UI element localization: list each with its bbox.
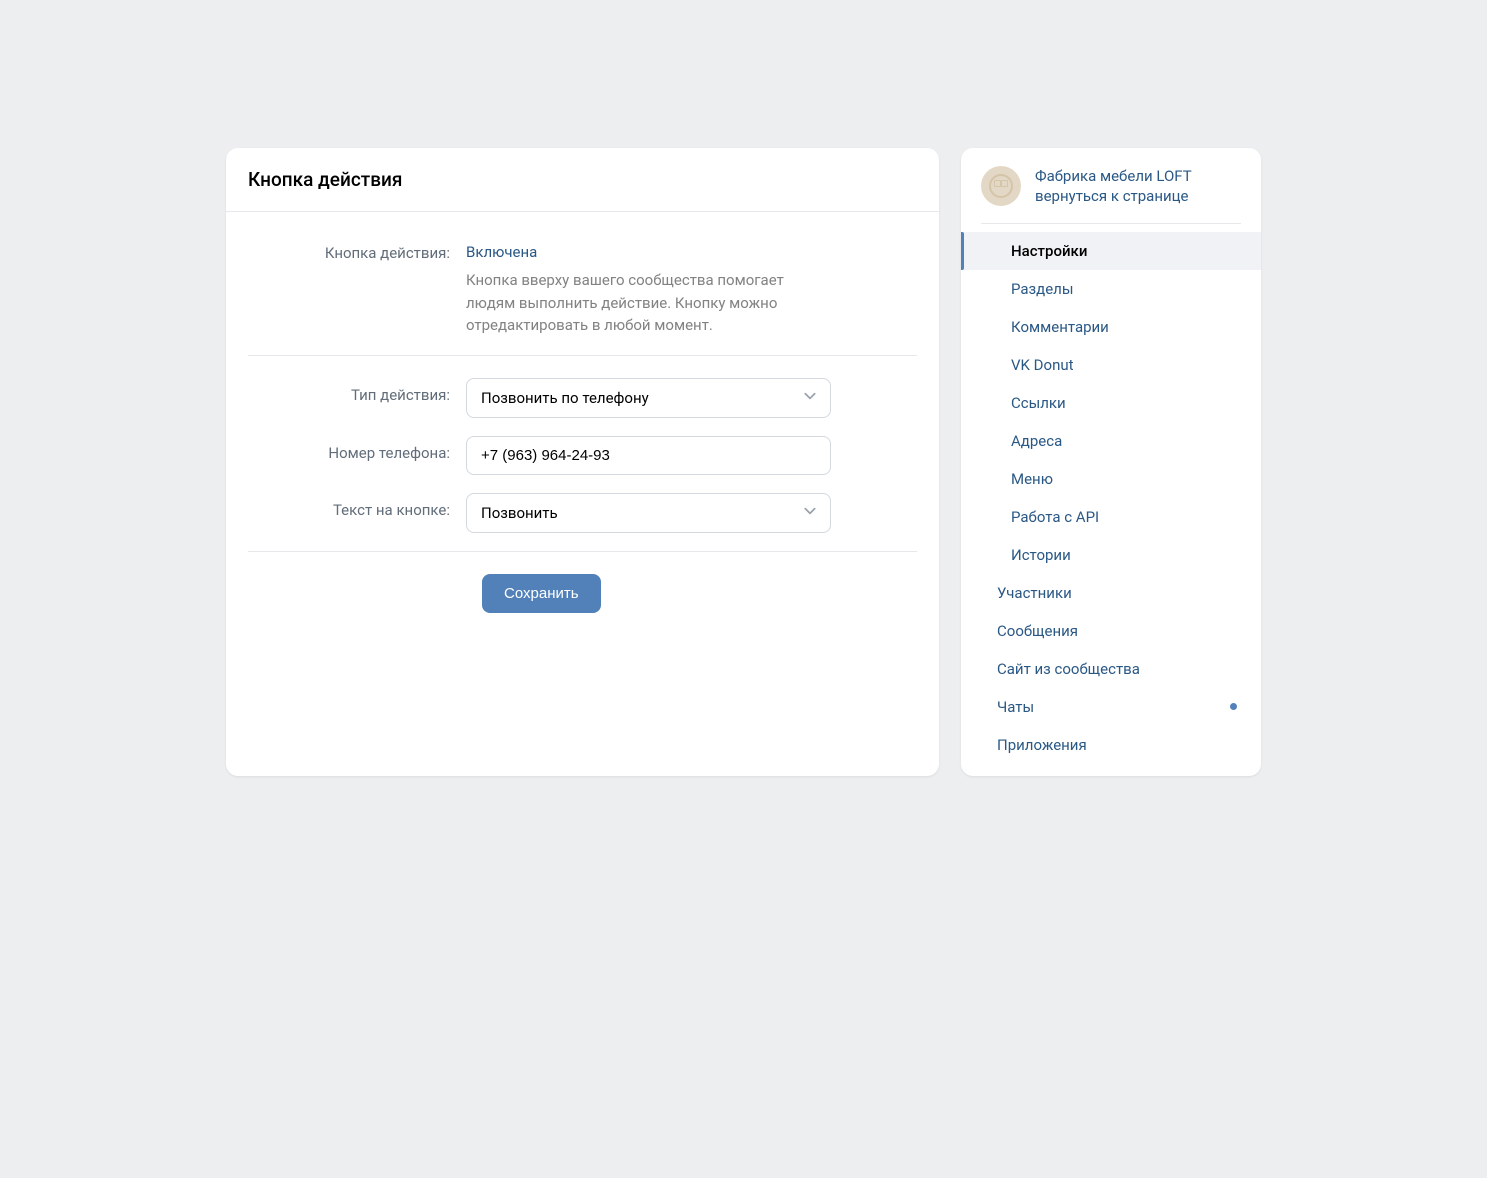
nav-item-chats[interactable]: Чаты — [961, 688, 1261, 726]
nav-item-messages[interactable]: Сообщения — [961, 612, 1261, 650]
button-text-select[interactable]: Позвонить — [466, 493, 831, 533]
notification-dot-icon — [1230, 703, 1237, 710]
community-avatar — [981, 166, 1021, 206]
button-text-row: Текст на кнопке: Позвонить — [248, 493, 917, 533]
panel-body: Кнопка действия: Включена Кнопка вверху … — [226, 212, 939, 635]
panel-header: Кнопка действия — [226, 148, 939, 212]
status-row: Кнопка действия: Включена Кнопка вверху … — [248, 236, 917, 337]
phone-row: Номер телефона: — [248, 436, 917, 475]
nav-item-chats-label: Чаты — [997, 698, 1034, 716]
nav-item-apps[interactable]: Приложения — [961, 726, 1261, 764]
nav-item-settings[interactable]: Настройки — [961, 232, 1261, 270]
save-button[interactable]: Сохранить — [482, 574, 601, 613]
status-value[interactable]: Включена — [466, 236, 831, 261]
action-type-select[interactable]: Позвонить по телефону — [466, 378, 831, 418]
nav-item-api[interactable]: Работа с API — [961, 498, 1261, 536]
nav-item-links[interactable]: Ссылки — [961, 384, 1261, 422]
back-label: вернуться к странице — [1035, 186, 1192, 206]
nav-item-addresses[interactable]: Адреса — [961, 422, 1261, 460]
page-title: Кнопка действия — [248, 168, 917, 191]
status-label: Кнопка действия: — [248, 236, 466, 337]
sidebar-header[interactable]: Фабрика мебели LOFT вернуться к странице — [981, 148, 1241, 224]
divider — [248, 355, 917, 356]
nav-item-sections[interactable]: Разделы — [961, 270, 1261, 308]
sidebar: Фабрика мебели LOFT вернуться к странице… — [961, 148, 1261, 776]
nav-item-comments[interactable]: Комментарии — [961, 308, 1261, 346]
action-type-label: Тип действия: — [248, 378, 466, 418]
phone-input[interactable] — [466, 436, 831, 475]
button-text-label: Текст на кнопке: — [248, 493, 466, 533]
community-link[interactable]: Фабрика мебели LOFT вернуться к странице — [1035, 166, 1192, 207]
divider — [248, 551, 917, 552]
sidebar-nav: Настройки Разделы Комментарии VK Donut С… — [961, 224, 1261, 764]
nav-item-menu[interactable]: Меню — [961, 460, 1261, 498]
status-description: Кнопка вверху вашего сообщества помогает… — [466, 269, 831, 337]
nav-item-stories[interactable]: Истории — [961, 536, 1261, 574]
nav-item-members[interactable]: Участники — [961, 574, 1261, 612]
action-type-row: Тип действия: Позвонить по телефону — [248, 378, 917, 418]
main-panel: Кнопка действия Кнопка действия: Включен… — [226, 148, 939, 776]
phone-label: Номер телефона: — [248, 436, 466, 475]
nav-item-website[interactable]: Сайт из сообщества — [961, 650, 1261, 688]
nav-item-vkdonut[interactable]: VK Donut — [961, 346, 1261, 384]
community-name: Фабрика мебели LOFT — [1035, 166, 1192, 186]
